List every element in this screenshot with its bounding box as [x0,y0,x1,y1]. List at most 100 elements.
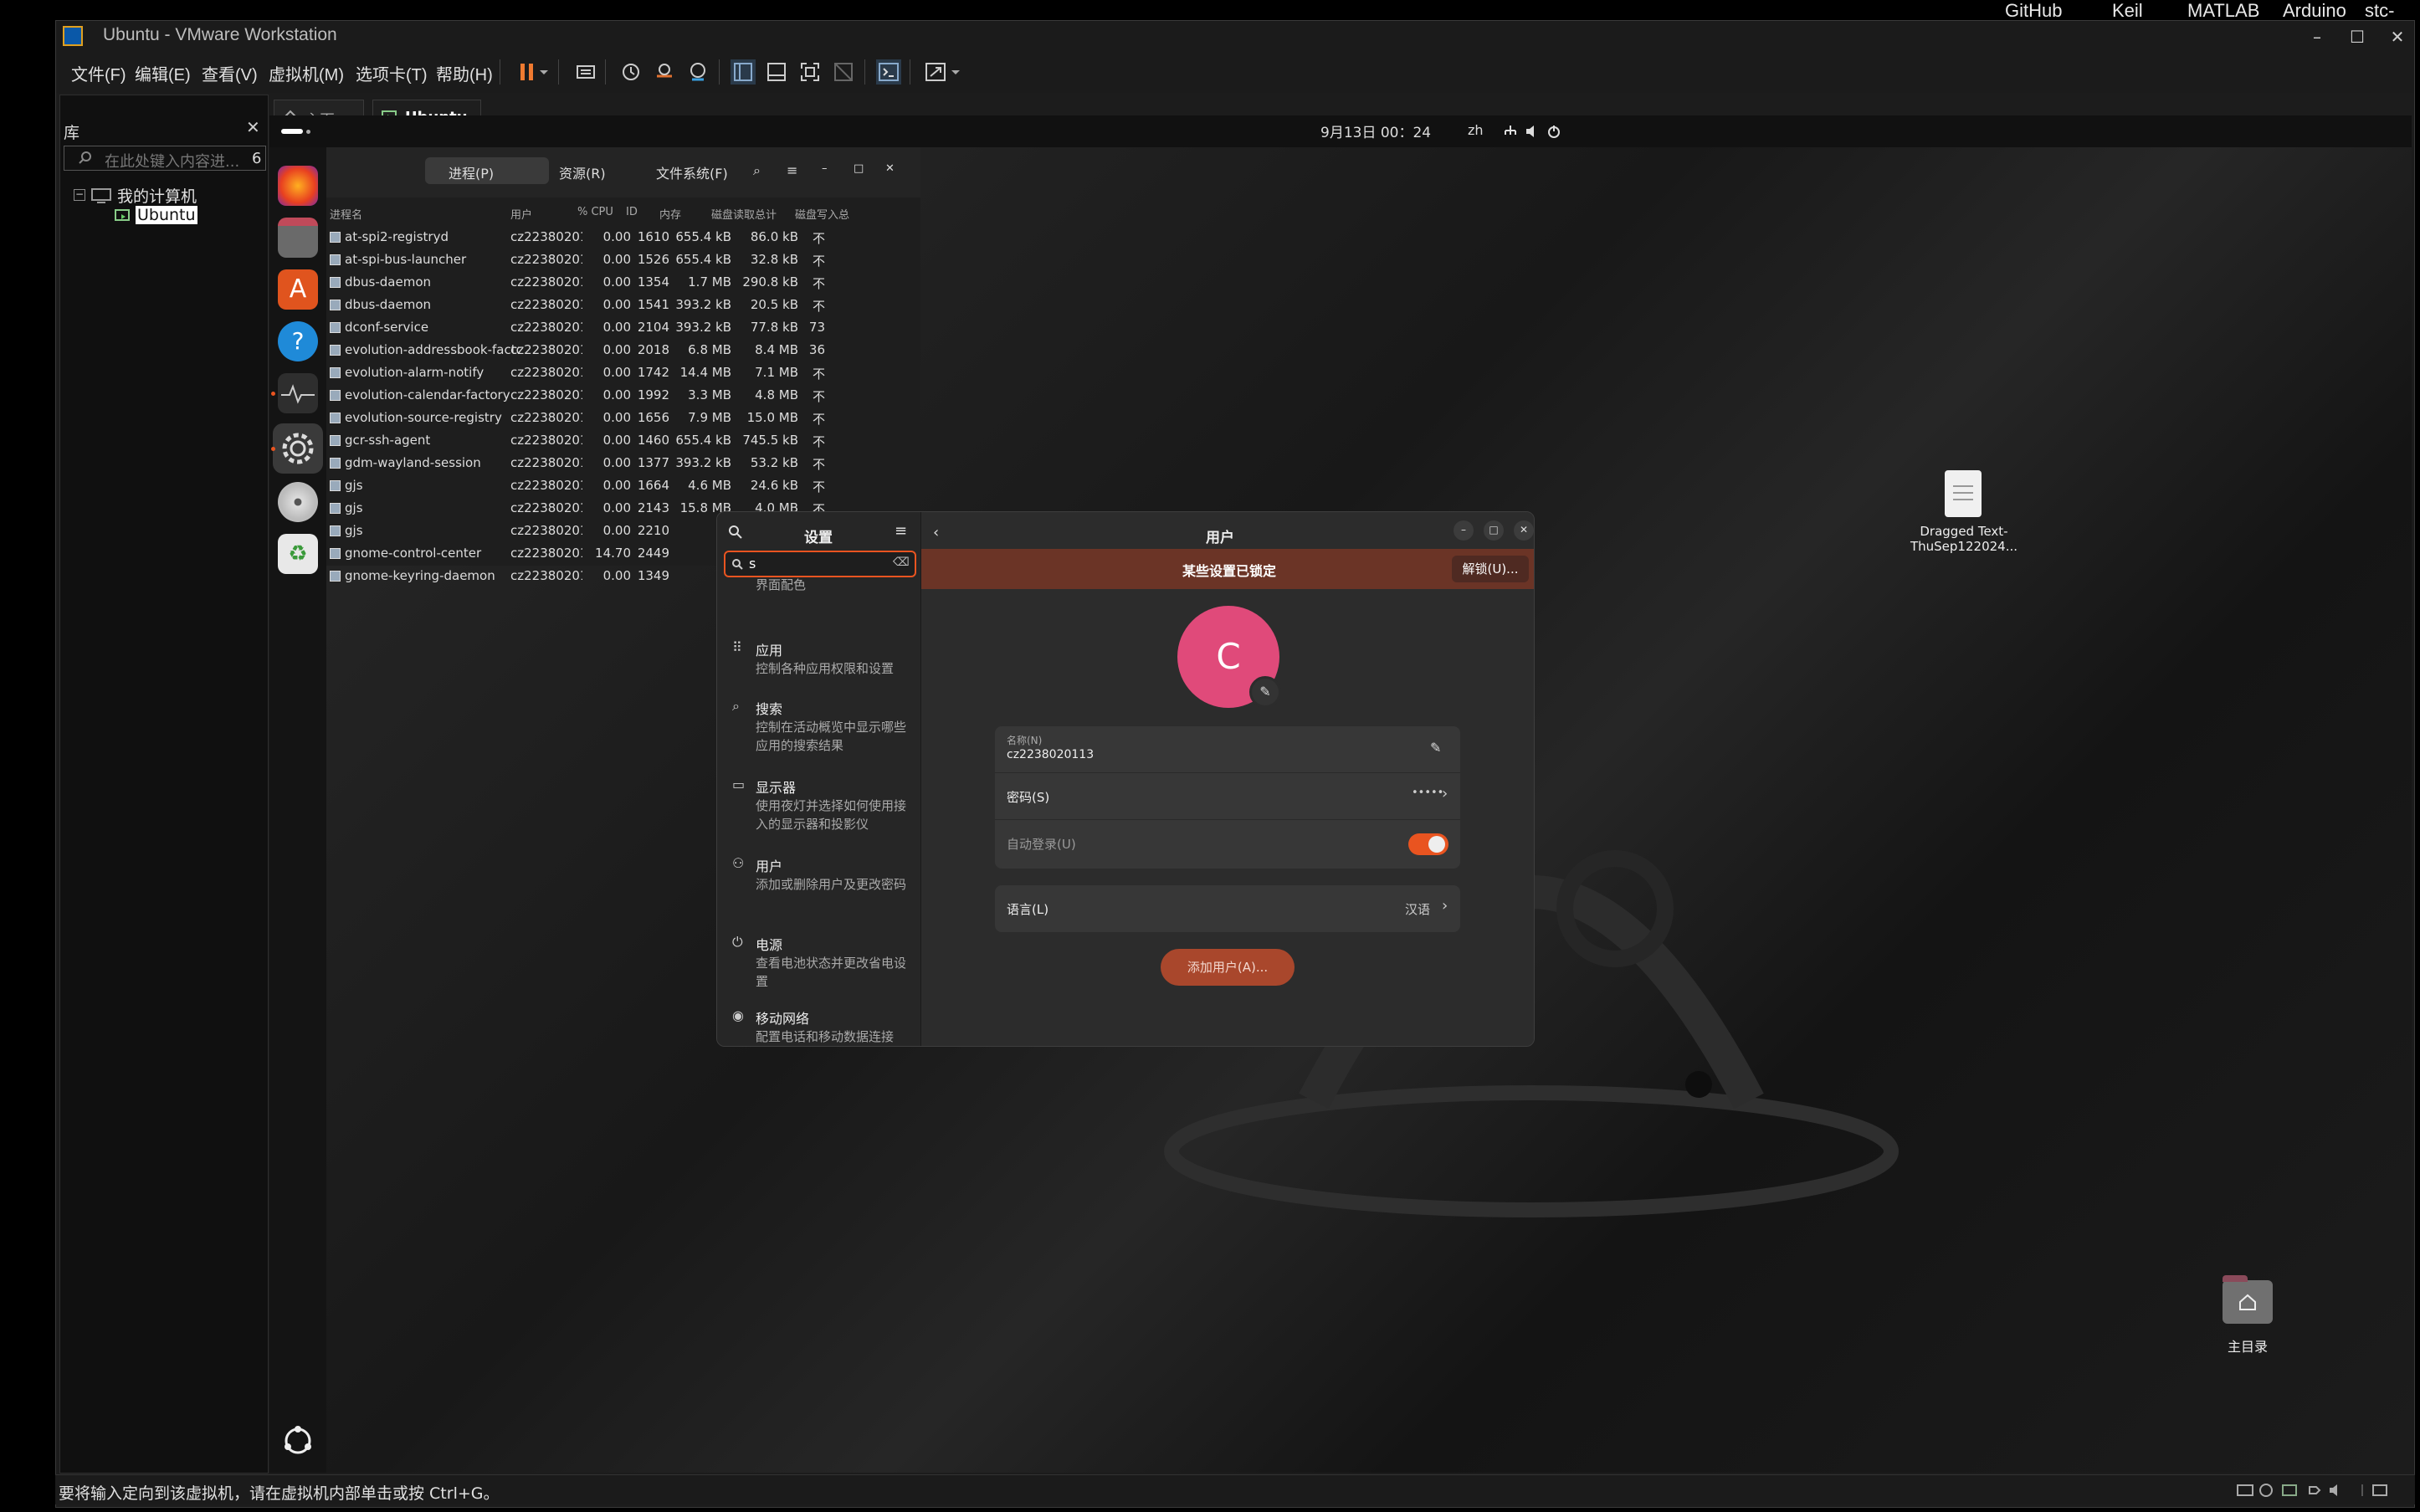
volume-icon[interactable] [1525,124,1540,139]
process-row[interactable]: gcr-ssh-agent cz2238020113 0.00 1460 655.4 k… [326,429,920,452]
language-card[interactable]: 语言(L) 汉语 › [995,885,1460,932]
sysmon-menu-icon[interactable]: ≡ [787,162,797,178]
pause-dropdown-icon[interactable] [536,59,551,85]
console-icon[interactable] [876,59,901,85]
fullscreen-icon[interactable] [797,59,823,85]
unlock-button[interactable]: 解锁(U)... [1452,556,1529,582]
settings-result-item[interactable]: ▭ 显示器 使用夜灯并选择如何使用接入的显示器和投影仪 [717,770,921,845]
settings-result-item[interactable]: ⌕ 搜索 控制在活动概览中显示哪些应用的搜索结果 [717,691,921,766]
minimize-button[interactable]: – [1454,520,1474,541]
process-row[interactable]: gjs cz2238020113 0.00 1664 4.6 MB 24.6 kB 不 [326,474,920,497]
activities-indicator[interactable] [281,129,303,134]
files-icon[interactable] [278,218,318,258]
col-id[interactable]: ID [626,206,638,218]
thumbnail-view-icon[interactable] [764,59,789,85]
tab-processes[interactable]: 进程(P) [449,162,494,182]
power-icon[interactable] [1546,124,1561,139]
menu-vm[interactable]: 虚拟机(M) [269,61,344,85]
process-row[interactable]: at-spi-bus-launcher cz2238020113 0.00 1526 6… [326,249,920,271]
library-close-button[interactable]: ✕ [246,117,260,137]
tree-collapse-icon[interactable]: − [74,189,85,201]
settings-icon[interactable] [273,423,323,474]
home-folder-icon[interactable] [2223,1275,2273,1324]
col-cpu[interactable]: % CPU [577,206,613,218]
show-apps-icon[interactable] [281,1424,315,1458]
search-icon[interactable] [727,524,744,541]
sysmon-close-button[interactable]: ✕ [885,162,895,175]
tree-my-computer[interactable]: 我的计算机 [117,184,197,207]
settings-item-title: 用户 [756,859,783,874]
process-row[interactable]: evolution-source-registry cz2238020113 0.0… [326,407,920,429]
menu-help[interactable]: 帮助(H) [436,61,493,85]
network-icon[interactable] [1503,124,1518,139]
library-view-icon[interactable] [731,59,756,85]
host-link-arduino[interactable]: Arduino [2283,0,2346,22]
password-row[interactable]: 密码(S) ••••• › [995,773,1460,820]
help-icon[interactable]: ? [278,321,318,361]
settings-result-item[interactable]: ⏻ 电源 查看电池状态并更改省电设置 [717,927,921,1002]
sysmon-minimize-button[interactable]: – [822,162,828,175]
send-keys-icon[interactable] [573,59,598,85]
trash-icon[interactable]: ♻ [278,534,318,574]
system-monitor-icon[interactable] [278,373,318,413]
text-file-icon[interactable] [1945,470,1982,517]
process-cell: 1541 [637,297,669,312]
app-center-icon[interactable]: A [278,269,318,310]
menu-tabs[interactable]: 选项卡(T) [356,61,428,85]
settings-result-item[interactable]: ◉ 移动网络 配置电话和移动数据连接 [717,1001,921,1046]
process-row[interactable]: dconf-service cz2238020113 0.00 2104 393.2 k… [326,316,920,339]
clear-search-icon[interactable]: ⌫ [893,556,910,569]
settings-result-item[interactable]: ⚇ 用户 添加或删除用户及更改密码 [717,848,921,924]
ubuntu-guest-screen[interactable]: 9月13日 00：24 zh A ? ♻ 进程(P) 资源(R) 文件系统(F)… [269,115,2412,1473]
library-search-input[interactable]: 在此处键入内容进... 6 [64,146,266,171]
tab-filesystems[interactable]: 文件系统(F) [656,162,728,182]
add-user-button[interactable]: 添加用户(A)... [1161,949,1295,986]
close-button[interactable]: ✕ [1514,520,1534,541]
host-link-keil[interactable]: Keil [2112,0,2143,22]
menu-edit[interactable]: 编辑(E) [135,61,191,85]
menu-view[interactable]: 查看(V) [202,61,258,85]
process-row[interactable]: evolution-addressbook-factorycz223802011… [326,339,920,361]
stretch-dropdown-icon[interactable] [948,59,963,85]
firefox-icon[interactable] [278,166,318,206]
manage-snapshots-icon[interactable] [685,59,710,85]
edit-avatar-icon[interactable]: ✎ [1249,676,1281,708]
maximize-button[interactable]: □ [1484,520,1504,541]
device-status-icons[interactable] [2236,1482,2403,1499]
host-link-github[interactable]: GitHub [2005,0,2062,22]
autologin-toggle[interactable] [1408,833,1448,855]
col-memory[interactable]: 内存 [659,206,681,222]
maximize-button[interactable]: ☐ [2339,23,2376,51]
stretch-icon[interactable] [923,59,948,85]
tree-ubuntu-vm[interactable]: Ubuntu [136,206,197,224]
sysmon-search-icon[interactable]: ⌕ [753,162,761,179]
col-process-name[interactable]: 进程名 [330,206,362,222]
tab-resources[interactable]: 资源(R) [559,162,606,182]
clock[interactable]: 9月13日 00：24 [1320,120,1431,141]
process-row[interactable]: evolution-alarm-notify cz2238020113 0.00 17… [326,361,920,384]
menu-file[interactable]: 文件(F) [71,61,126,85]
process-row[interactable]: gdm-wayland-session cz2238020113 0.00 1377 3… [326,452,920,474]
process-row[interactable]: dbus-daemon cz2238020113 0.00 1354 1.7 MB 290… [326,271,920,294]
minimize-button[interactable]: – [2299,23,2335,51]
host-link-matlab[interactable]: MATLAB [2187,0,2259,22]
disc-icon[interactable] [278,482,318,522]
snapshot-icon[interactable] [618,59,643,85]
edit-name-icon[interactable]: ✎ [1430,740,1441,756]
back-icon[interactable]: ‹ [933,524,939,541]
col-disk-write[interactable]: 磁盘写入总 [795,206,849,222]
sysmon-maximize-button[interactable]: □ [854,162,864,175]
desktop-file-label[interactable]: Dragged Text- ThuSep122024... [1910,524,2018,554]
settings-search-input[interactable]: s ⌫ [724,551,916,577]
close-button[interactable]: ✕ [2379,23,2416,51]
home-folder-label[interactable]: 主目录 [2209,1335,2286,1356]
menu-icon[interactable]: ≡ [895,522,907,540]
process-row[interactable]: dbus-daemon cz2238020113 0.00 1541 393.2 kB 2… [326,294,920,316]
revert-snapshot-icon[interactable] [652,59,677,85]
process-row[interactable]: at-spi2-registryd cz2238020113 0.00 1610 655… [326,226,920,249]
col-disk-read[interactable]: 磁盘读取总计 [711,206,777,222]
unity-icon[interactable] [831,59,856,85]
process-row[interactable]: evolution-calendar-factorycz2238020113 0.… [326,384,920,407]
input-method-indicator[interactable]: zh [1468,122,1484,138]
col-user[interactable]: 用户 [510,206,532,222]
